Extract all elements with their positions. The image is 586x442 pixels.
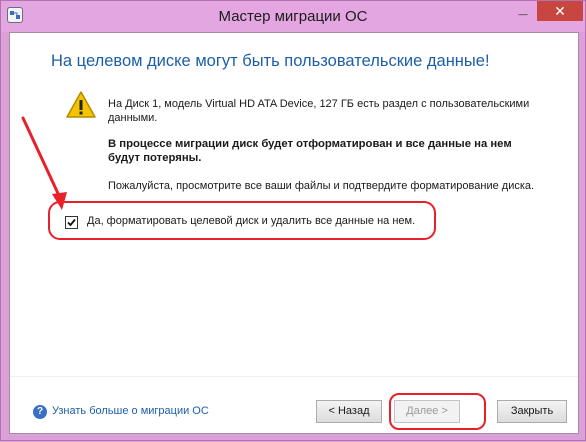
annotation-highlight-next (389, 393, 486, 430)
close-button[interactable]: Закрыть (497, 400, 567, 423)
warning-message: В процессе миграции диск будет отформати… (108, 138, 512, 164)
annotation-highlight-checkbox (48, 201, 436, 240)
title-bar[interactable]: Мастер миграции ОС _ ✕ (1, 1, 585, 32)
migration-wizard-window: Мастер миграции ОС _ ✕ На целевом диске … (0, 0, 586, 441)
window-title: Мастер миграции ОС (218, 8, 368, 25)
review-message: Пожалуйста, просмотрите все ваши файлы и… (108, 180, 535, 192)
wizard-content: На целевом диске могут быть пользователь… (9, 32, 579, 434)
warning-triangle-icon (66, 91, 96, 118)
page-heading: На целевом диске могут быть пользователь… (51, 52, 490, 70)
info-message: На Диск 1, модель Virtual HD ATA Device,… (108, 98, 530, 124)
back-button[interactable]: < Назад (316, 400, 382, 423)
minimize-button[interactable]: _ (510, 1, 536, 22)
question-circle-icon[interactable]: ? (33, 405, 47, 419)
footer-divider (10, 376, 578, 377)
learn-more-link[interactable]: Узнать больше о миграции ОС (52, 405, 209, 417)
close-window-button[interactable]: ✕ (537, 1, 583, 21)
